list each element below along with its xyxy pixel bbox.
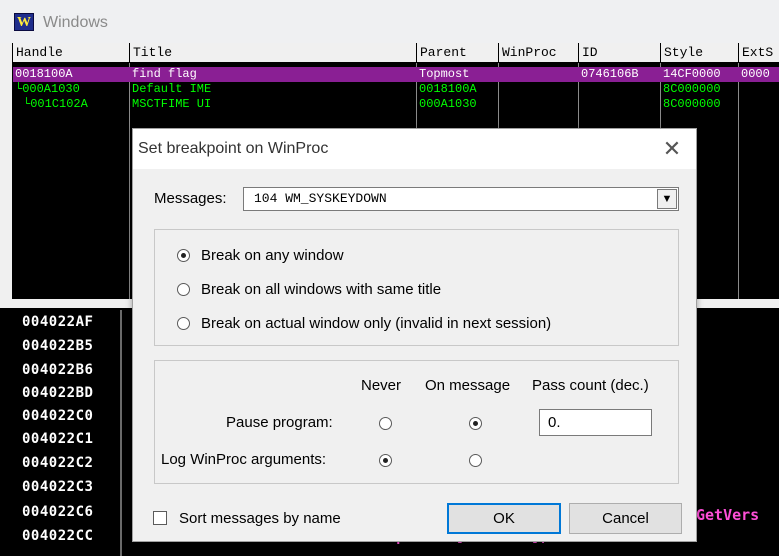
col-pass-count-label: Pass count (dec.) <box>532 377 649 394</box>
col-on-message-label: On message <box>425 377 511 394</box>
address-column-divider <box>120 310 122 556</box>
log-on-message-radio[interactable] <box>469 454 482 467</box>
address-row[interactable]: 004022C2 <box>22 453 126 473</box>
pass-count-value: 0. <box>548 414 561 431</box>
radio-actual-window-label[interactable]: Break on actual window only (invalid in … <box>201 315 551 333</box>
cell-title: find flag <box>132 67 197 81</box>
col-header-winproc[interactable]: WinProc <box>499 43 579 63</box>
cell-parent: 0018100A <box>419 82 477 96</box>
dialog-title: Set breakpoint on WinProc <box>138 140 329 157</box>
address-row[interactable]: 004022B5 <box>22 336 126 356</box>
address-row[interactable]: 004022B6 <box>22 360 126 380</box>
radio-any-window-label[interactable]: Break on any window <box>201 247 344 265</box>
chevron-down-icon[interactable]: ▼ <box>657 189 677 209</box>
messages-selected-value: 104 WM_SYSKEYDOWN <box>254 191 387 206</box>
col-header-parent[interactable]: Parent <box>417 43 499 63</box>
address-row[interactable]: 004022C1 <box>22 429 126 449</box>
cell-style: 14CF0000 <box>663 67 721 81</box>
address-row[interactable]: 004022AF <box>22 312 126 332</box>
list-header: Handle Title Parent WinProc ID Style Ext… <box>13 43 779 63</box>
table-row[interactable]: └000A1030 Default IME 0018100A 8C000000 <box>13 82 779 97</box>
windows-title: Windows <box>43 14 108 31</box>
cancel-button[interactable]: Cancel <box>569 503 682 534</box>
cell-winproc <box>499 67 578 82</box>
cell-id: 0746106B <box>581 67 639 81</box>
cell-title: Default IME <box>132 82 212 96</box>
windows-app-icon: W <box>14 13 34 31</box>
messages-select[interactable]: 104 WM_SYSKEYDOWN ▼ <box>243 187 679 211</box>
address-row[interactable]: 004022C0 <box>22 406 126 426</box>
col-never-label: Never <box>361 377 402 394</box>
col-header-id[interactable]: ID <box>579 43 661 63</box>
cell-parent: Topmost <box>419 67 470 81</box>
address-row[interactable]: 004022C3 <box>22 477 126 497</box>
pause-on-message-radio[interactable] <box>469 417 482 430</box>
dialog-titlebar[interactable]: Set breakpoint on WinProc ✕ <box>133 129 696 169</box>
col-header-style[interactable]: Style <box>661 43 739 63</box>
pass-count-input[interactable]: 0. <box>539 409 652 436</box>
sort-messages-checkbox[interactable] <box>153 511 167 525</box>
windows-titlebar[interactable]: W Windows <box>0 0 779 43</box>
cell-exts: 0000 <box>741 67 770 81</box>
sort-messages-label[interactable]: Sort messages by name <box>179 510 341 528</box>
cell-handle: └001C102A <box>23 97 88 111</box>
address-row[interactable]: 004022C6 <box>22 502 126 522</box>
col-header-handle[interactable]: Handle <box>13 43 130 63</box>
cell-parent: 000A1030 <box>419 97 477 111</box>
col-header-title[interactable]: Title <box>130 43 417 63</box>
cell-style: 8C000000 <box>663 97 721 111</box>
col-header-exts[interactable]: ExtS <box>739 43 779 63</box>
cell-handle: 0018100A <box>15 67 73 81</box>
radio-any-window[interactable] <box>177 249 190 262</box>
cell-title: MSCTFIME UI <box>132 97 212 111</box>
close-icon[interactable]: ✕ <box>655 135 689 163</box>
radio-actual-window[interactable] <box>177 317 190 330</box>
address-row[interactable]: 004022BD <box>22 383 126 403</box>
messages-label: Messages: <box>154 190 227 207</box>
pause-program-label: Pause program: <box>226 414 333 431</box>
log-never-radio[interactable] <box>379 454 392 467</box>
pause-never-radio[interactable] <box>379 417 392 430</box>
table-row[interactable]: 0018100A find flag Topmost 0746106B 14CF… <box>13 67 779 82</box>
breakpoint-dialog: Set breakpoint on WinProc ✕ Messages: 10… <box>132 128 697 542</box>
address-row[interactable]: 004022CC <box>22 526 126 546</box>
cell-handle: └000A1030 <box>15 82 80 96</box>
api-call-text: GetVers <box>696 506 760 524</box>
table-row[interactable]: └001C102A MSCTFIME UI 000A1030 8C000000 <box>13 97 779 112</box>
radio-same-title-label[interactable]: Break on all windows with same title <box>201 281 441 299</box>
radio-same-title[interactable] <box>177 283 190 296</box>
log-args-label: Log WinProc arguments: <box>161 451 327 468</box>
cell-style: 8C000000 <box>663 82 721 96</box>
ok-button[interactable]: OK <box>447 503 561 534</box>
